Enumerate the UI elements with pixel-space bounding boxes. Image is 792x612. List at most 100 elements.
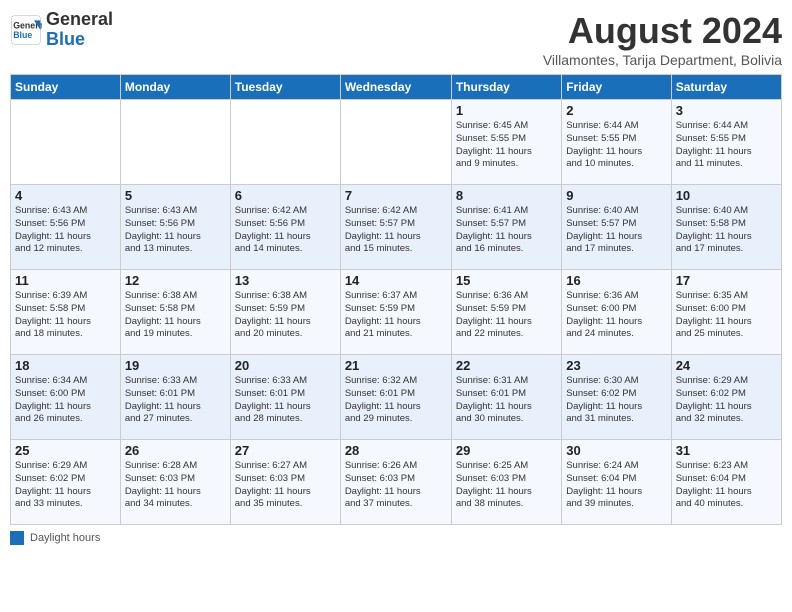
- calendar-week-row: 25 Sunrise: 6:29 AM Sunset: 6:02 PM Dayli…: [11, 440, 782, 525]
- calendar-cell: 14Sunrise: 6:37 AM Sunset: 5:59 PM Dayli…: [340, 270, 451, 355]
- day-info: Sunrise: 6:41 AM Sunset: 5:57 PM Dayligh…: [456, 205, 557, 256]
- calendar-cell: 7Sunrise: 6:42 AM Sunset: 5:57 PM Daylig…: [340, 185, 451, 270]
- calendar-cell: 5Sunrise: 6:43 AM Sunset: 5:56 PM Daylig…: [120, 185, 230, 270]
- calendar-cell: 1 Sunrise: 6:45 AM Sunset: 5:55 PM Daylig…: [451, 100, 561, 185]
- day-number: 28: [345, 443, 447, 458]
- calendar-cell: [120, 100, 230, 185]
- day-number: 22: [456, 358, 557, 373]
- day-info: Sunrise: 6:23 AM Sunset: 6:04 PM Dayligh…: [676, 460, 777, 511]
- day-number: 25: [15, 443, 116, 458]
- weekday-header-monday: Monday: [120, 75, 230, 100]
- calendar-cell: [230, 100, 340, 185]
- day-number: 20: [235, 358, 336, 373]
- day-number: 24: [676, 358, 777, 373]
- calendar-cell: 17Sunrise: 6:35 AM Sunset: 6:00 PM Dayli…: [671, 270, 781, 355]
- weekday-header-friday: Friday: [562, 75, 671, 100]
- logo-blue-text: Blue: [46, 30, 113, 50]
- calendar-cell: 9Sunrise: 6:40 AM Sunset: 5:57 PM Daylig…: [562, 185, 671, 270]
- day-info: Sunrise: 6:24 AM Sunset: 6:04 PM Dayligh…: [566, 460, 666, 511]
- day-info: Sunrise: 6:33 AM Sunset: 6:01 PM Dayligh…: [235, 375, 336, 426]
- calendar-cell: 18 Sunrise: 6:34 AM Sunset: 6:00 PM Dayli…: [11, 355, 121, 440]
- day-info: Sunrise: 6:42 AM Sunset: 5:57 PM Dayligh…: [345, 205, 447, 256]
- calendar-cell: 22 Sunrise: 6:31 AM Sunset: 6:01 PM Dayli…: [451, 355, 561, 440]
- calendar-cell: [11, 100, 121, 185]
- calendar-cell: 13 Sunrise: 6:38 AM Sunset: 5:59 PM Dayli…: [230, 270, 340, 355]
- location-subtitle: Villamontes, Tarija Department, Bolivia: [543, 52, 782, 68]
- day-info: Sunrise: 6:44 AM Sunset: 5:55 PM Dayligh…: [566, 120, 666, 171]
- day-info: Sunrise: 6:34 AM Sunset: 6:00 PM Dayligh…: [15, 375, 116, 426]
- day-number: 2: [566, 103, 666, 118]
- day-number: 8: [456, 188, 557, 203]
- day-info: Sunrise: 6:42 AM Sunset: 5:56 PM Dayligh…: [235, 205, 336, 256]
- calendar-cell: 23 Sunrise: 6:30 AM Sunset: 6:02 PM Dayli…: [562, 355, 671, 440]
- day-info: Sunrise: 6:44 AM Sunset: 5:55 PM Dayligh…: [676, 120, 777, 171]
- day-number: 6: [235, 188, 336, 203]
- calendar-cell: 21Sunrise: 6:32 AM Sunset: 6:01 PM Dayli…: [340, 355, 451, 440]
- day-number: 14: [345, 273, 447, 288]
- day-info: Sunrise: 6:29 AM Sunset: 6:02 PM Dayligh…: [15, 460, 116, 511]
- calendar-cell: 10 Sunrise: 6:40 AM Sunset: 5:58 PM Dayli…: [671, 185, 781, 270]
- day-info: Sunrise: 6:45 AM Sunset: 5:55 PM Dayligh…: [456, 120, 557, 171]
- day-info: Sunrise: 6:30 AM Sunset: 6:02 PM Dayligh…: [566, 375, 666, 426]
- calendar-cell: 12 Sunrise: 6:38 AM Sunset: 5:58 PM Dayli…: [120, 270, 230, 355]
- day-info: Sunrise: 6:43 AM Sunset: 5:56 PM Dayligh…: [125, 205, 226, 256]
- calendar-week-row: 18 Sunrise: 6:34 AM Sunset: 6:00 PM Dayli…: [11, 355, 782, 440]
- month-year-title: August 2024: [543, 10, 782, 52]
- calendar-week-row: 4 Sunrise: 6:43 AM Sunset: 5:56 PM Daylig…: [11, 185, 782, 270]
- day-info: Sunrise: 6:26 AM Sunset: 6:03 PM Dayligh…: [345, 460, 447, 511]
- logo-text: General Blue: [46, 10, 113, 50]
- day-info: Sunrise: 6:40 AM Sunset: 5:58 PM Dayligh…: [676, 205, 777, 256]
- day-info: Sunrise: 6:28 AM Sunset: 6:03 PM Dayligh…: [125, 460, 226, 511]
- calendar-cell: 29Sunrise: 6:25 AM Sunset: 6:03 PM Dayli…: [451, 440, 561, 525]
- legend-label: Daylight hours: [30, 532, 100, 544]
- svg-text:Blue: Blue: [13, 30, 32, 40]
- calendar-cell: 27Sunrise: 6:27 AM Sunset: 6:03 PM Dayli…: [230, 440, 340, 525]
- calendar-cell: 26 Sunrise: 6:28 AM Sunset: 6:03 PM Dayli…: [120, 440, 230, 525]
- day-number: 29: [456, 443, 557, 458]
- day-number: 10: [676, 188, 777, 203]
- day-info: Sunrise: 6:32 AM Sunset: 6:01 PM Dayligh…: [345, 375, 447, 426]
- day-number: 13: [235, 273, 336, 288]
- day-number: 26: [125, 443, 226, 458]
- day-number: 30: [566, 443, 666, 458]
- legend: Daylight hours: [10, 531, 782, 545]
- calendar-week-row: 1 Sunrise: 6:45 AM Sunset: 5:55 PM Daylig…: [11, 100, 782, 185]
- calendar-cell: 30 Sunrise: 6:24 AM Sunset: 6:04 PM Dayli…: [562, 440, 671, 525]
- weekday-header-thursday: Thursday: [451, 75, 561, 100]
- weekday-header-row: SundayMondayTuesdayWednesdayThursdayFrid…: [11, 75, 782, 100]
- day-number: 4: [15, 188, 116, 203]
- day-info: Sunrise: 6:38 AM Sunset: 5:58 PM Dayligh…: [125, 290, 226, 341]
- day-number: 27: [235, 443, 336, 458]
- calendar-cell: 31Sunrise: 6:23 AM Sunset: 6:04 PM Dayli…: [671, 440, 781, 525]
- day-info: Sunrise: 6:43 AM Sunset: 5:56 PM Dayligh…: [15, 205, 116, 256]
- day-number: 17: [676, 273, 777, 288]
- day-number: 12: [125, 273, 226, 288]
- day-info: Sunrise: 6:33 AM Sunset: 6:01 PM Dayligh…: [125, 375, 226, 426]
- day-number: 16: [566, 273, 666, 288]
- title-block: August 2024 Villamontes, Tarija Departme…: [543, 10, 782, 68]
- day-number: 19: [125, 358, 226, 373]
- day-number: 1: [456, 103, 557, 118]
- logo: General Blue General Blue: [10, 10, 113, 50]
- calendar-cell: 16Sunrise: 6:36 AM Sunset: 6:00 PM Dayli…: [562, 270, 671, 355]
- calendar-cell: 11Sunrise: 6:39 AM Sunset: 5:58 PM Dayli…: [11, 270, 121, 355]
- logo-general-text: General: [46, 10, 113, 30]
- calendar-cell: 4 Sunrise: 6:43 AM Sunset: 5:56 PM Daylig…: [11, 185, 121, 270]
- calendar-cell: 20 Sunrise: 6:33 AM Sunset: 6:01 PM Dayli…: [230, 355, 340, 440]
- weekday-header-wednesday: Wednesday: [340, 75, 451, 100]
- calendar-week-row: 11Sunrise: 6:39 AM Sunset: 5:58 PM Dayli…: [11, 270, 782, 355]
- day-number: 23: [566, 358, 666, 373]
- calendar-cell: 6 Sunrise: 6:42 AM Sunset: 5:56 PM Daylig…: [230, 185, 340, 270]
- calendar-cell: 8 Sunrise: 6:41 AM Sunset: 5:57 PM Daylig…: [451, 185, 561, 270]
- day-number: 3: [676, 103, 777, 118]
- day-number: 11: [15, 273, 116, 288]
- calendar-cell: 25 Sunrise: 6:29 AM Sunset: 6:02 PM Dayli…: [11, 440, 121, 525]
- calendar-cell: [340, 100, 451, 185]
- day-info: Sunrise: 6:31 AM Sunset: 6:01 PM Dayligh…: [456, 375, 557, 426]
- legend-color-box: [10, 531, 24, 545]
- day-number: 18: [15, 358, 116, 373]
- day-info: Sunrise: 6:29 AM Sunset: 6:02 PM Dayligh…: [676, 375, 777, 426]
- day-info: Sunrise: 6:38 AM Sunset: 5:59 PM Dayligh…: [235, 290, 336, 341]
- calendar-cell: 2 Sunrise: 6:44 AM Sunset: 5:55 PM Daylig…: [562, 100, 671, 185]
- calendar-cell: 19 Sunrise: 6:33 AM Sunset: 6:01 PM Dayli…: [120, 355, 230, 440]
